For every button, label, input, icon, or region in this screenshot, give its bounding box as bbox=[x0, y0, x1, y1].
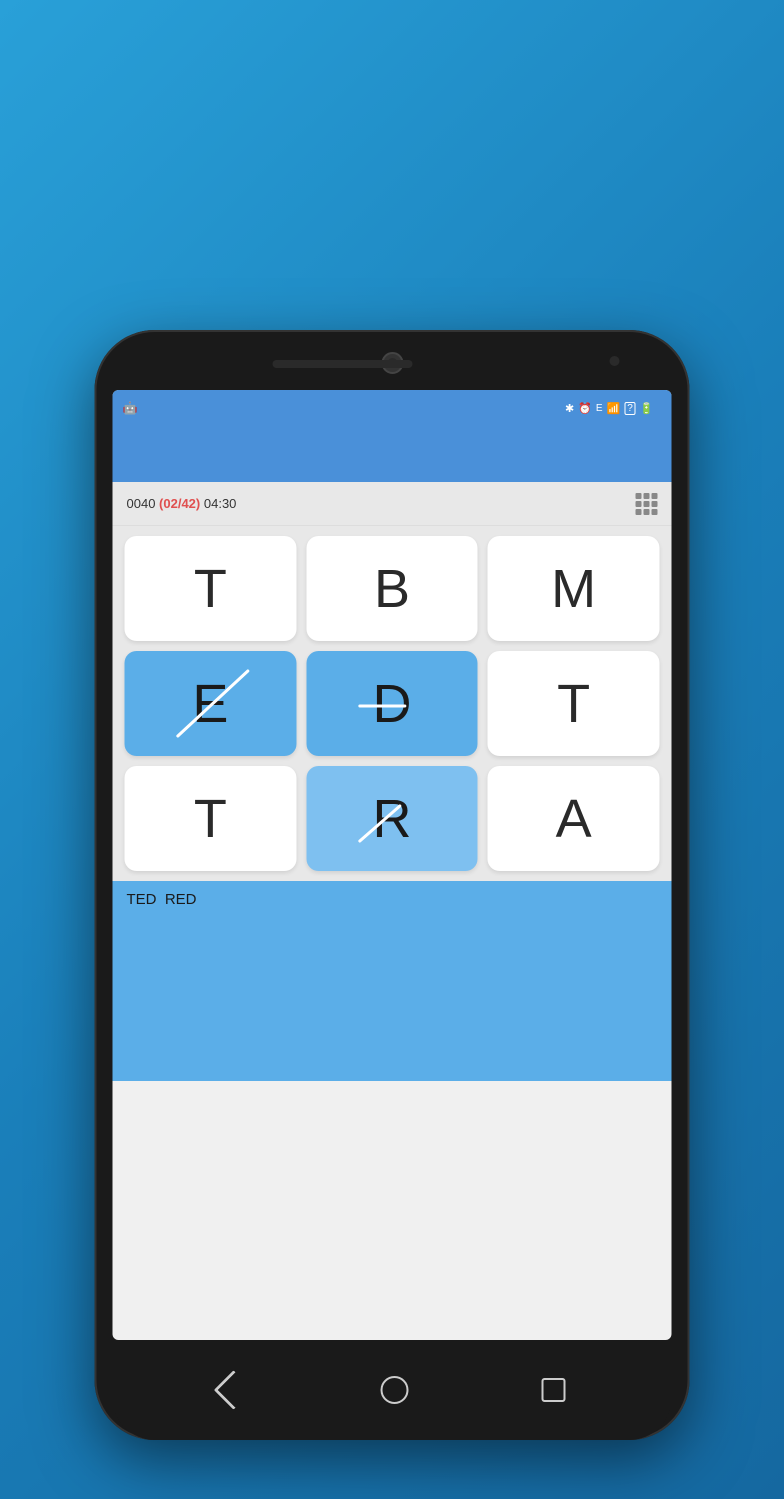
cell-0[interactable]: T bbox=[125, 536, 297, 641]
status-right: ✱ ⏰ E 📶 ? 🔋 bbox=[565, 402, 662, 415]
puzzle-counter: (02/42) bbox=[159, 496, 200, 511]
cell-4[interactable]: D bbox=[306, 651, 478, 756]
grid-container: T B M E D T T bbox=[113, 526, 672, 881]
cell-6[interactable]: T bbox=[125, 766, 297, 871]
toolbar-info: 0040 (02/42) 04:30 bbox=[127, 496, 237, 511]
letter-grid: T B M E D T T bbox=[113, 526, 672, 881]
signal-bars-icon: 📶 bbox=[607, 402, 621, 415]
phone-frame: 🤖 ✱ ⏰ E 📶 ? 🔋 0040 (02/4 bbox=[95, 330, 690, 1440]
signal-text: E bbox=[596, 403, 603, 414]
cell-3[interactable]: E bbox=[125, 651, 297, 756]
cell-2[interactable]: M bbox=[488, 536, 660, 641]
result-button[interactable] bbox=[640, 448, 660, 460]
cell-8[interactable]: A bbox=[488, 766, 660, 871]
bluetooth-icon: ✱ bbox=[565, 402, 574, 415]
android-notification-icon: 🤖 bbox=[123, 401, 138, 415]
nav-home-button[interactable] bbox=[380, 1376, 408, 1404]
toolbar: 0040 (02/42) 04:30 bbox=[113, 482, 672, 526]
grid-settings-icon[interactable] bbox=[636, 493, 658, 515]
header-text bbox=[0, 0, 784, 50]
status-left: 🤖 bbox=[123, 401, 138, 415]
timer-value: 04:30 bbox=[204, 496, 237, 511]
puzzle-id: 0040 bbox=[127, 496, 156, 511]
app-bar bbox=[113, 426, 672, 482]
cell-5[interactable]: T bbox=[488, 651, 660, 756]
lock-icon: ? bbox=[624, 402, 636, 415]
status-bar: 🤖 ✱ ⏰ E 📶 ? 🔋 bbox=[113, 390, 672, 426]
cell-1[interactable]: B bbox=[306, 536, 478, 641]
new-button[interactable] bbox=[616, 448, 636, 460]
nav-back-button[interactable] bbox=[213, 1370, 253, 1410]
words-found-text: TED RED bbox=[127, 891, 197, 908]
app-bar-actions bbox=[592, 448, 660, 460]
alarm-icon: ⏰ bbox=[578, 402, 592, 415]
words-area: TED RED bbox=[113, 881, 672, 1081]
nav-recent-button[interactable] bbox=[541, 1378, 565, 1402]
battery-icon: 🔋 bbox=[640, 402, 654, 415]
cell-7[interactable]: R bbox=[306, 766, 478, 871]
phone-dot bbox=[610, 356, 620, 366]
done-button[interactable] bbox=[592, 448, 612, 460]
phone-screen: 🤖 ✱ ⏰ E 📶 ? 🔋 0040 (02/4 bbox=[113, 390, 672, 1340]
phone-nav bbox=[113, 1340, 672, 1440]
phone-speaker bbox=[272, 360, 412, 368]
